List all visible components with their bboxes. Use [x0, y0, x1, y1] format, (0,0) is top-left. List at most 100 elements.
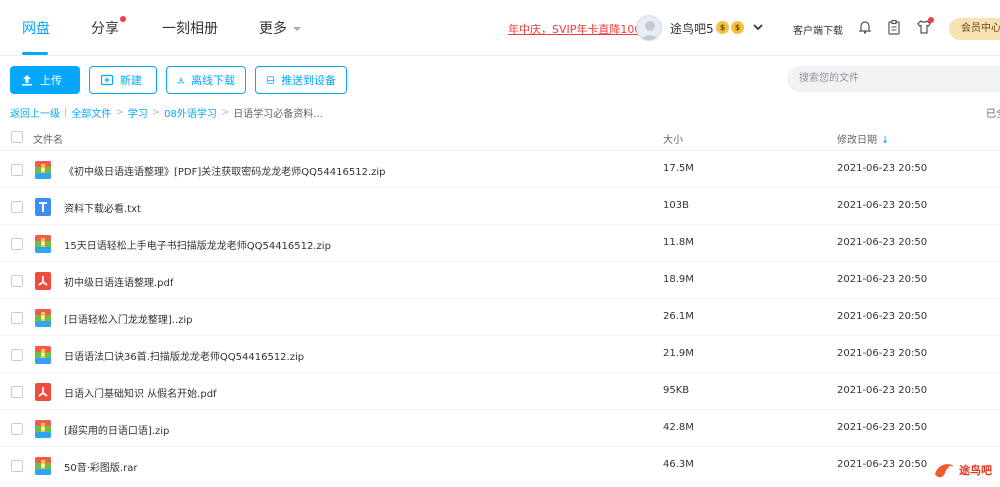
- client-download-link[interactable]: 客户端下载: [793, 22, 843, 37]
- file-modified-date: 2021-06-23 20:50: [837, 311, 928, 322]
- file-row[interactable]: [超实用的日语口语].zip 42.8M 2021-06-23 20:50: [0, 410, 1000, 447]
- sort-arrow-icon: ↓: [881, 135, 890, 146]
- member-center-button[interactable]: 会员中心: [949, 18, 1000, 40]
- user-avatar-icon: [640, 21, 660, 40]
- file-name[interactable]: 资料下载必看.txt: [64, 200, 141, 215]
- zip-archive-icon: [35, 457, 51, 475]
- file-row[interactable]: 15天日语轻松上手电子书扫描版龙龙老师QQ54416512.zip 11.8M 20…: [0, 225, 1000, 262]
- row-checkbox[interactable]: [11, 201, 23, 213]
- file-row[interactable]: 50音·彩图版.rar 46.3M 2021-06-23 20:50: [0, 447, 1000, 484]
- file-name[interactable]: [超实用的日语口语].zip: [64, 422, 169, 437]
- file-modified-date: 2021-06-23 20:50: [837, 348, 928, 359]
- new-folder-button[interactable]: 新建: [89, 66, 157, 94]
- push-to-device-label: 推送到设备: [281, 74, 336, 87]
- file-size: 42.8M: [663, 422, 694, 433]
- nav-tab-share[interactable]: 分享: [91, 18, 119, 38]
- bell-icon[interactable]: [857, 19, 873, 35]
- file-modified-date: 2021-06-23 20:50: [837, 422, 928, 433]
- breadcrumb-back[interactable]: 返回上一级: [10, 105, 60, 120]
- nav-tab-more[interactable]: 更多: [259, 18, 302, 38]
- file-name[interactable]: [日语轻松入门龙龙整理]..zip: [64, 311, 193, 326]
- file-size: 11.8M: [663, 237, 694, 248]
- file-size: 21.9M: [663, 348, 694, 359]
- file-modified-date: 2021-06-23 20:50: [837, 200, 928, 211]
- select-all-checkbox[interactable]: [11, 131, 23, 143]
- file-row[interactable]: 初中级日语连语整理.pdf 18.9M 2021-06-23 20:50: [0, 262, 1000, 299]
- file-name[interactable]: 日语入门基础知识 从假名开始.pdf: [64, 385, 217, 400]
- nav-tab-netdisk[interactable]: 网盘: [22, 18, 50, 38]
- username[interactable]: 途鸟吧5: [670, 20, 714, 37]
- svip-promo-link[interactable]: 年中庆，SVIP年卡直降100: [508, 21, 641, 37]
- file-size: 18.9M: [663, 274, 694, 285]
- active-tab-indicator: [22, 52, 48, 55]
- row-checkbox[interactable]: [11, 423, 23, 435]
- file-name[interactable]: 50音·彩图版.rar: [64, 459, 137, 474]
- chevron-down-icon: [293, 27, 301, 31]
- top-navigation-bar: 网盘 分享 一刻相册 更多 年中庆，SVIP年卡直降100 途鸟吧5 $ $ 客…: [0, 0, 1000, 56]
- breadcrumb-separator: >: [151, 107, 161, 118]
- nav-tab-photo-album[interactable]: 一刻相册: [162, 18, 218, 38]
- file-name[interactable]: 15天日语轻松上手电子书扫描版龙龙老师QQ54416512.zip: [64, 237, 331, 252]
- row-checkbox[interactable]: [11, 349, 23, 361]
- vip-coin-icon: $: [731, 21, 744, 34]
- search-input[interactable]: 搜索您的文件: [787, 66, 1000, 92]
- column-header-date[interactable]: 修改日期 ↓: [837, 131, 889, 146]
- row-checkbox[interactable]: [11, 460, 23, 472]
- clipboard-icon[interactable]: [886, 19, 902, 35]
- push-to-device-button[interactable]: 推送到设备: [255, 66, 347, 94]
- watermark-text: 途鸟吧: [959, 464, 992, 477]
- file-size: 103B: [663, 200, 689, 211]
- breadcrumb-current: 日语学习必备资料...: [233, 109, 323, 120]
- breadcrumb-divider: |: [64, 107, 68, 118]
- text-file-icon: [35, 198, 51, 216]
- vip-coin-icon: $: [716, 21, 729, 34]
- zip-archive-icon: [35, 161, 51, 179]
- column-header-date-label: 修改日期: [837, 135, 877, 146]
- breadcrumb-study[interactable]: 学习: [128, 105, 148, 120]
- row-checkbox[interactable]: [11, 386, 23, 398]
- nav-tab-more-label: 更多: [259, 21, 287, 37]
- file-name[interactable]: 日语语法口诀36首.扫描版龙龙老师QQ54416512.zip: [64, 348, 304, 363]
- file-row[interactable]: 资料下载必看.txt 103B 2021-06-23 20:50: [0, 188, 1000, 225]
- file-row[interactable]: 日语语法口诀36首.扫描版龙龙老师QQ54416512.zip 21.9M 2021…: [0, 336, 1000, 373]
- file-row[interactable]: [日语轻松入门龙龙整理]..zip 26.1M 2021-06-23 20:50: [0, 299, 1000, 336]
- upload-label: 上传: [40, 74, 62, 87]
- skin-notification-dot: [928, 17, 934, 23]
- file-size: 17.5M: [663, 163, 694, 174]
- pdf-file-icon: [35, 383, 51, 401]
- zip-archive-icon: [35, 235, 51, 253]
- file-size: 46.3M: [663, 459, 694, 470]
- file-size: 95KB: [663, 385, 690, 396]
- file-modified-date: 2021-06-23 20:50: [837, 385, 928, 396]
- file-row[interactable]: 《初中级日语连语整理》[PDF]关注获取密码龙龙老师QQ54416512.zip…: [0, 151, 1000, 188]
- file-modified-date: 2021-06-23 20:50: [837, 459, 928, 470]
- row-checkbox[interactable]: [11, 275, 23, 287]
- breadcrumb-all-files[interactable]: 全部文件: [71, 105, 111, 120]
- file-name[interactable]: 《初中级日语连语整理》[PDF]关注获取密码龙龙老师QQ54416512.zip: [64, 163, 385, 178]
- column-header-size[interactable]: 大小: [663, 131, 683, 146]
- column-header-name[interactable]: 文件名: [33, 131, 63, 146]
- offline-download-label: 离线下载: [191, 74, 235, 87]
- file-size: 26.1M: [663, 311, 694, 322]
- file-row[interactable]: 日语入门基础知识 从假名开始.pdf 95KB 2021-06-23 20:50: [0, 373, 1000, 410]
- new-folder-icon: [100, 74, 114, 86]
- file-name[interactable]: 初中级日语连语整理.pdf: [64, 274, 173, 289]
- pdf-file-icon: [35, 272, 51, 290]
- row-checkbox[interactable]: [11, 164, 23, 176]
- load-status: 已全部加载: [986, 109, 1000, 120]
- device-icon: [266, 76, 275, 84]
- breadcrumb-separator: >: [115, 107, 124, 118]
- breadcrumb-foreign-language[interactable]: 08外语学习: [164, 105, 217, 120]
- file-modified-date: 2021-06-23 20:50: [837, 163, 928, 174]
- account-chevron-down-icon[interactable]: [752, 21, 764, 33]
- new-folder-label: 新建: [120, 74, 142, 87]
- bird-logo-icon: [935, 464, 954, 478]
- share-notification-dot: [120, 16, 126, 22]
- zip-archive-icon: [35, 420, 51, 438]
- avatar[interactable]: [636, 15, 662, 41]
- upload-button[interactable]: 上传: [10, 66, 80, 94]
- offline-download-button[interactable]: 离线下载: [166, 66, 246, 94]
- row-checkbox[interactable]: [11, 312, 23, 324]
- breadcrumb-separator: >: [220, 107, 230, 118]
- row-checkbox[interactable]: [11, 238, 23, 250]
